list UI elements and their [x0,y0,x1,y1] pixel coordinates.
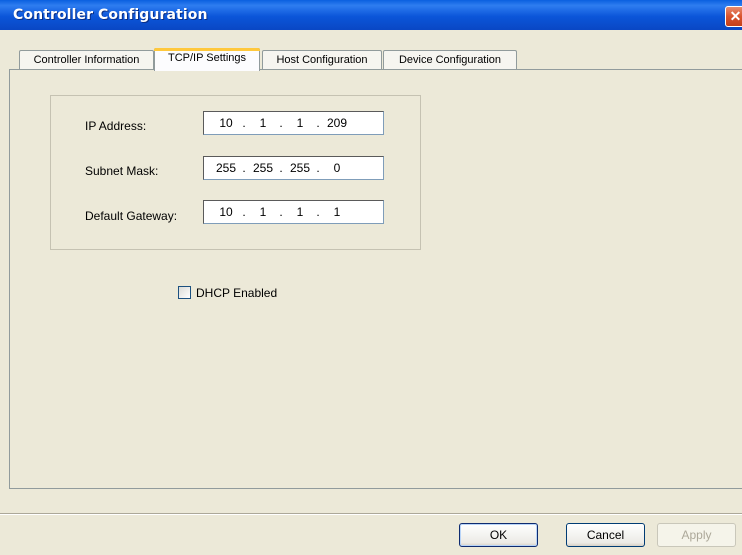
octet-separator: . [316,161,320,175]
octet-separator: . [242,205,246,219]
subnet-mask-label: Subnet Mask: [85,164,159,178]
ip-octet-4[interactable]: 209 [323,116,351,130]
default-gateway-label: Default Gateway: [85,209,178,223]
tab-tcpip-settings[interactable]: TCP/IP Settings [154,48,260,71]
close-button[interactable]: ✕ [725,6,742,27]
subnet-octet-2[interactable]: 255 [249,161,277,175]
title-bar: Controller Configuration ✕ [0,0,742,30]
ok-button[interactable]: OK [459,523,538,547]
gateway-octet-4[interactable]: 1 [323,205,351,219]
octet-separator: . [242,116,246,130]
tab-label: Host Configuration [276,54,368,66]
ip-address-label: IP Address: [85,119,147,133]
footer-divider-highlight [0,514,742,515]
tab-label: TCP/IP Settings [167,52,247,64]
ip-octet-2[interactable]: 1 [249,116,277,130]
octet-separator: . [316,205,320,219]
octet-separator: . [279,161,283,175]
tab-label: Device Configuration [398,54,502,66]
subnet-octet-4[interactable]: 0 [323,161,351,175]
window-title: Controller Configuration [13,7,208,23]
tab-device-configuration[interactable]: Device Configuration [383,50,517,69]
ip-address-field[interactable]: 10 . 1 . 1 . 209 [203,111,384,135]
gateway-octet-1[interactable]: 10 [212,205,240,219]
tab-controller-information[interactable]: Controller Information [19,50,154,69]
cancel-button[interactable]: Cancel [566,523,645,547]
octet-separator: . [279,116,283,130]
ip-octet-3[interactable]: 1 [286,116,314,130]
close-icon: ✕ [729,8,742,24]
dhcp-enabled-label[interactable]: DHCP Enabled [196,286,277,300]
ip-octet-1[interactable]: 10 [212,116,240,130]
tab-host-configuration[interactable]: Host Configuration [262,50,382,69]
dhcp-enabled-checkbox[interactable] [178,286,191,299]
default-gateway-field[interactable]: 10 . 1 . 1 . 1 [203,200,384,224]
octet-separator: . [279,205,283,219]
subnet-octet-3[interactable]: 255 [286,161,314,175]
gateway-octet-3[interactable]: 1 [286,205,314,219]
octet-separator: . [316,116,320,130]
octet-separator: . [242,161,246,175]
apply-button[interactable]: Apply [657,523,736,547]
subnet-mask-field[interactable]: 255 . 255 . 255 . 0 [203,156,384,180]
subnet-octet-1[interactable]: 255 [212,161,240,175]
gateway-octet-2[interactable]: 1 [249,205,277,219]
tab-label: Controller Information [33,54,140,66]
